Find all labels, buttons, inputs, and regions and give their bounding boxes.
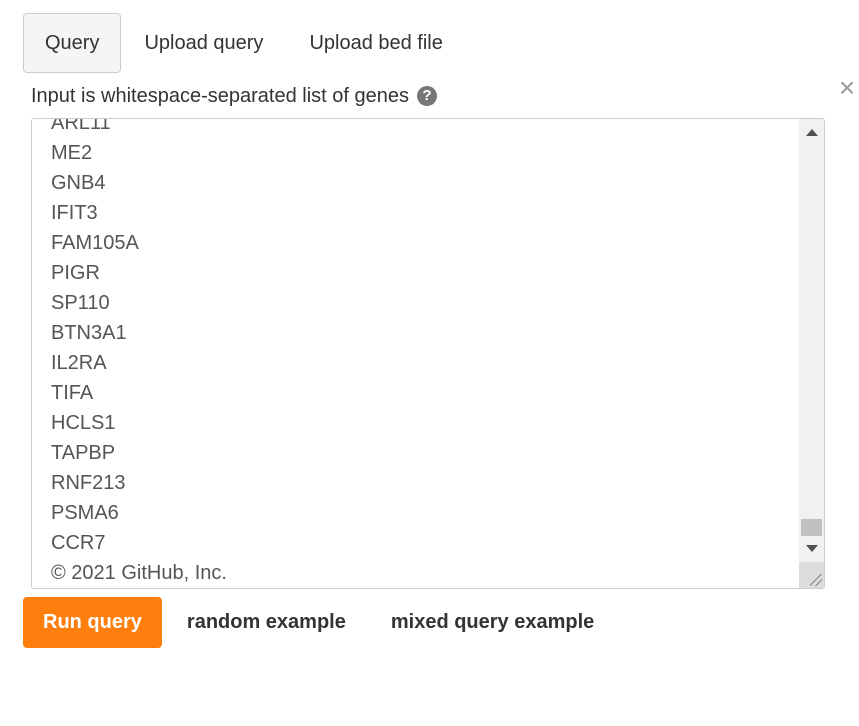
gene-line: SP110 xyxy=(51,292,110,314)
query-tabs: Query Upload query Upload bed file xyxy=(23,13,466,73)
tab-query[interactable]: Query xyxy=(23,13,122,73)
tab-upload-query[interactable]: Upload query xyxy=(121,13,286,73)
gene-list-textarea[interactable]: ARL11 ME2 GNB4 IFIT3 FAM105A PIGR SP110 BTN3A1 I… xyxy=(31,118,825,589)
gene-line: TIFA xyxy=(51,382,94,404)
mixed-query-example-button[interactable]: mixed query example xyxy=(391,611,594,634)
input-label: Input is whitespace-separated list of ge… xyxy=(31,84,437,108)
gene-line: ME2 xyxy=(51,142,93,164)
scroll-up-arrow-icon[interactable] xyxy=(799,125,824,139)
close-icon[interactable]: × xyxy=(835,74,859,102)
scroll-down-arrow-icon[interactable] xyxy=(799,541,824,555)
question-circle-icon[interactable]: ? xyxy=(417,86,437,106)
gene-line: CCR7 xyxy=(51,532,106,554)
gene-line: RNF213 xyxy=(51,472,126,494)
tab-upload-bed-file[interactable]: Upload bed file xyxy=(286,13,465,73)
random-example-button[interactable]: random example xyxy=(187,611,346,634)
gene-line: HCLS1 xyxy=(51,412,116,434)
gene-line: PIGR xyxy=(51,262,100,284)
gene-line: IL2RA xyxy=(51,352,107,374)
gene-line: IFIT3 xyxy=(51,202,98,224)
vertical-scrollbar[interactable] xyxy=(799,119,824,588)
gene-line: FAM105A xyxy=(51,232,139,254)
run-query-button[interactable]: Run query xyxy=(23,597,162,648)
gene-line: GNB4 xyxy=(51,172,106,194)
gene-line: © 2021 GitHub, Inc. xyxy=(51,562,227,584)
gene-line: TAPBP xyxy=(51,442,116,464)
scroll-thumb[interactable] xyxy=(801,519,822,536)
gene-line: PSMA6 xyxy=(51,502,119,524)
resize-handle-icon[interactable] xyxy=(810,574,822,586)
gene-line: ARL11 xyxy=(51,118,111,134)
gene-list: ARL11 ME2 GNB4 IFIT3 FAM105A PIGR SP110 BTN3A1 I… xyxy=(51,118,227,588)
gene-line: BTN3A1 xyxy=(51,322,127,344)
scroll-corner xyxy=(799,562,824,588)
query-actions: Run query random example mixed query exa… xyxy=(23,597,614,648)
input-label-text: Input is whitespace-separated list of ge… xyxy=(31,85,409,107)
